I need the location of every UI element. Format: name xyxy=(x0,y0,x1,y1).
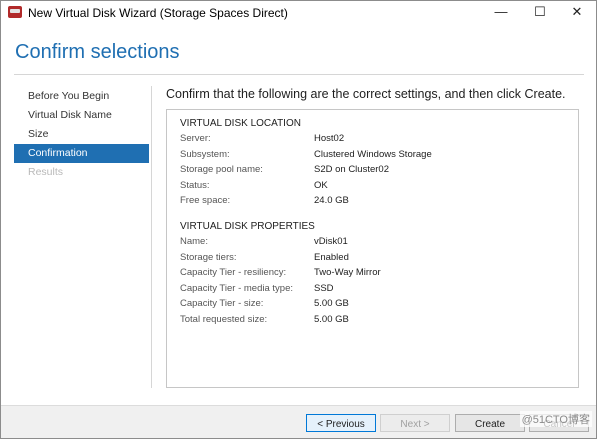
row-value: Clustered Windows Storage xyxy=(314,148,432,160)
section-title-properties: VIRTUAL DISK PROPERTIES xyxy=(180,221,315,232)
row-value: Host02 xyxy=(314,133,345,144)
nav-item-size[interactable]: Size xyxy=(14,125,149,144)
summary-row: Total requested size: 5.00 GB xyxy=(180,314,570,329)
next-button: Next > xyxy=(380,414,450,432)
nav-item-confirmation[interactable]: Confirmation xyxy=(14,144,149,163)
row-value: OK xyxy=(314,179,328,191)
summary-row: Storage pool name: S2D on Cluster02 xyxy=(180,164,570,179)
summary-row: Status: OK xyxy=(180,180,570,195)
server-manager-icon xyxy=(8,6,22,18)
row-label: Subsystem: xyxy=(180,148,230,160)
nav-divider xyxy=(151,86,152,388)
row-value: Two-Way Mirror xyxy=(314,267,381,278)
title-bar[interactable]: New Virtual Disk Wizard (Storage Spaces … xyxy=(1,1,596,25)
row-value: 5.00 GB xyxy=(314,313,349,325)
row-label: Free space: xyxy=(180,195,231,206)
row-label: Total requested size: xyxy=(180,313,268,325)
confirm-heading: Confirm that the following are the corre… xyxy=(166,87,566,101)
nav-item-before-you-begin[interactable]: Before You Begin xyxy=(14,87,149,106)
row-label: Status: xyxy=(180,179,210,191)
nav-item-results: Results xyxy=(28,166,64,178)
summary-row: Server: Host02 xyxy=(180,133,570,148)
summary-row: Name: vDisk01 xyxy=(180,236,570,251)
row-label: Capacity Tier - resiliency: xyxy=(180,267,287,278)
row-value: Enabled xyxy=(314,251,349,263)
row-value: 24.0 GB xyxy=(314,195,349,206)
watermark: @51CTO博客 xyxy=(519,411,592,427)
row-value: SSD xyxy=(314,282,334,294)
summary-row: Capacity Tier - media type: SSD xyxy=(180,283,570,298)
row-label: Capacity Tier - size: xyxy=(180,298,264,309)
row-label: Storage tiers: xyxy=(180,251,237,263)
row-value: vDisk01 xyxy=(314,236,348,247)
section-title-location: VIRTUAL DISK LOCATION xyxy=(180,118,301,129)
row-label: Storage pool name: xyxy=(180,164,263,175)
row-value: 5.00 GB xyxy=(314,298,349,309)
summary-row: Free space: 24.0 GB xyxy=(180,195,570,210)
create-button[interactable]: Create xyxy=(455,414,525,432)
row-value: S2D on Cluster02 xyxy=(314,164,389,175)
summary-row: Capacity Tier - size: 5.00 GB xyxy=(180,298,570,313)
settings-summary: VIRTUAL DISK LOCATION Server: Host02 Sub… xyxy=(166,109,579,388)
close-button[interactable]: ✕ xyxy=(557,1,596,25)
summary-row: Storage tiers: Enabled xyxy=(180,252,570,267)
row-label: Name: xyxy=(180,236,208,247)
wizard-nav: Before You Begin Virtual Disk Name Size … xyxy=(14,87,149,182)
wizard-footer: < Previous Next > Create Cancel xyxy=(1,405,596,438)
previous-button[interactable]: < Previous xyxy=(306,414,376,432)
header-divider xyxy=(14,74,584,75)
page-title: Confirm selections xyxy=(15,41,180,63)
minimize-button[interactable]: — xyxy=(481,1,521,25)
maximize-button[interactable]: ☐ xyxy=(520,1,560,25)
row-label: Server: xyxy=(180,133,211,144)
nav-item-virtual-disk-name[interactable]: Virtual Disk Name xyxy=(14,106,149,125)
summary-row: Capacity Tier - resiliency: Two-Way Mirr… xyxy=(180,267,570,282)
wizard-window: New Virtual Disk Wizard (Storage Spaces … xyxy=(0,0,597,439)
summary-row: Subsystem: Clustered Windows Storage xyxy=(180,149,570,164)
row-label: Capacity Tier - media type: xyxy=(180,282,293,294)
window-title: New Virtual Disk Wizard (Storage Spaces … xyxy=(28,6,288,20)
